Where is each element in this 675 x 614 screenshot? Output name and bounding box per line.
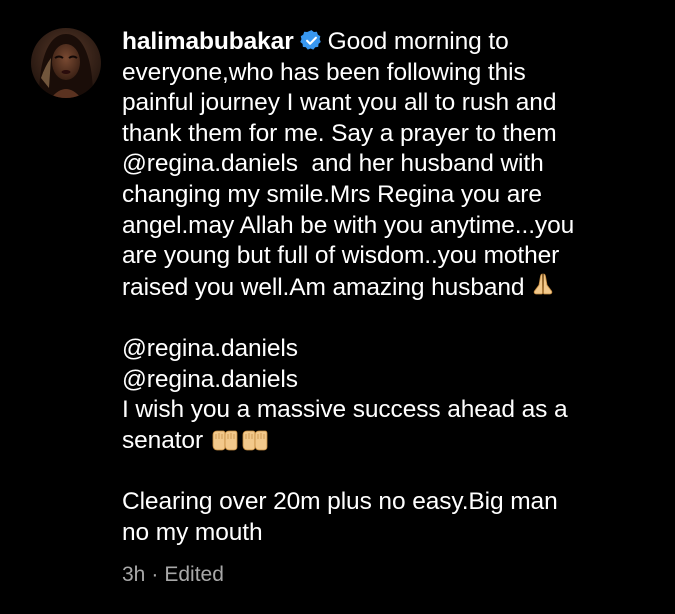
comment-line: changing my smile.Mrs Regina you are xyxy=(122,180,542,208)
avatar-portrait-icon xyxy=(31,28,101,98)
comment-line: everyone,who has been following this xyxy=(122,58,526,86)
folded-hands-icon xyxy=(531,272,555,298)
comment-text: raised you well.Am amazing husband xyxy=(122,273,525,301)
comment: halimabubakar Good morning to everyone,wh… xyxy=(0,0,675,614)
comment-meta: 3h · Edited xyxy=(122,563,224,587)
username-link[interactable]: halimabubakar xyxy=(122,28,294,55)
palms-up-together-icon xyxy=(240,429,270,451)
comment-line: raised you well.Am amazing husband xyxy=(122,272,652,304)
comment-line: @regina.daniels and her husband with xyxy=(122,149,652,180)
comment-body: halimabubakar Good morning to everyone,wh… xyxy=(122,27,652,548)
comment-text: and her husband with xyxy=(297,150,544,178)
comment-line: angel.may Allah be with you anytime...yo… xyxy=(122,211,575,239)
mention-link[interactable]: @regina.daniels xyxy=(122,335,298,362)
comment-line: halimabubakar Good morning to xyxy=(122,27,652,58)
mention-link[interactable]: @regina.daniels xyxy=(122,150,298,177)
edited-label: Edited xyxy=(164,563,224,586)
comment-line: thank them for me. Say a prayer to them xyxy=(122,119,557,147)
comment-text: senator xyxy=(122,426,204,454)
avatar[interactable] xyxy=(31,28,101,98)
comment-line: painful journey I want you all to rush a… xyxy=(122,89,557,117)
comment-line: @regina.daniels xyxy=(122,334,652,365)
timestamp[interactable]: 3h xyxy=(122,563,145,586)
comment-text: Good morning to xyxy=(327,28,509,55)
comment-line: senator xyxy=(122,426,652,457)
comment-line: are young but full of wisdom..you mother xyxy=(122,242,560,270)
comment-line: @regina.daniels xyxy=(122,365,652,396)
palms-up-together-icon xyxy=(210,429,240,451)
mention-link[interactable]: @regina.daniels xyxy=(122,366,298,393)
separator-dot: · xyxy=(151,563,159,586)
verified-badge-icon xyxy=(299,29,323,52)
comment-line: no my mouth xyxy=(122,518,263,546)
comment-line: I wish you a massive success ahead as a xyxy=(122,396,568,424)
comment-line: Clearing over 20m plus no easy.Big man xyxy=(122,487,558,515)
